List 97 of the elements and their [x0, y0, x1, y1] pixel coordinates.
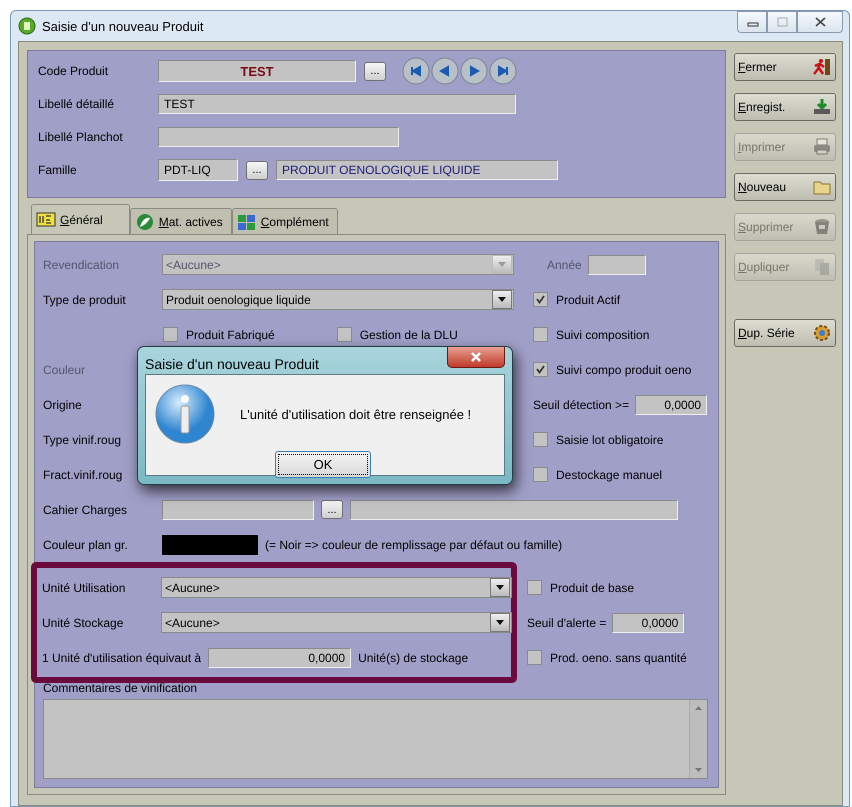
comments-textarea[interactable] — [43, 699, 708, 779]
browse-button[interactable]: ... — [364, 62, 386, 80]
first-record-icon[interactable] — [402, 57, 430, 85]
number-field[interactable]: 0,0000 — [635, 394, 708, 414]
field-label: 1 Unité d'utilisation équivaut à — [42, 650, 202, 664]
field-label: Origine — [43, 398, 83, 412]
printer-icon — [813, 138, 831, 156]
field-label: Type vinif.roug — [43, 432, 122, 446]
field-label: Type de produit — [43, 292, 127, 306]
dropdown[interactable]: <Aucune> — [161, 612, 512, 633]
checkbox[interactable] — [533, 362, 548, 377]
app-icon — [18, 17, 36, 35]
close-button[interactable] — [447, 347, 505, 368]
field-label: Année — [547, 258, 582, 272]
check-icon — [536, 295, 545, 304]
side-button[interactable]: Fermer — [734, 53, 836, 81]
field-label: Unité Stockage — [42, 616, 124, 630]
last-record-icon[interactable] — [489, 57, 517, 85]
checkbox[interactable] — [533, 432, 548, 447]
previous-icon[interactable] — [431, 57, 459, 85]
ok-button[interactable]: OK — [275, 451, 371, 478]
number-field[interactable]: 0,0000 — [612, 612, 684, 632]
dialog-message: L'unité d'utilisation doit être renseignée ! — [240, 406, 472, 422]
browse-button[interactable]: ... — [246, 160, 268, 180]
puzzle-icon — [236, 212, 257, 230]
running-figure-icon — [813, 58, 831, 76]
tab[interactable]: Mat. actives — [130, 208, 232, 234]
checkbox-label: Prod. oeno. sans quantité — [550, 650, 687, 664]
checkbox[interactable] — [527, 580, 542, 595]
number-field[interactable]: 0,0000 — [208, 648, 352, 668]
scroll-up-icon[interactable] — [695, 706, 702, 710]
field-label: Code Produit — [38, 64, 110, 78]
tab[interactable]: Général — [31, 204, 130, 234]
caret-icon — [498, 297, 506, 302]
bucket-icon — [813, 218, 831, 236]
window-title: Saisie d'un nouveau Produit — [42, 18, 204, 34]
checkbox-label: Destockage manuel — [556, 468, 662, 482]
field-label: Cahier Charges — [43, 502, 128, 516]
checkbox[interactable] — [527, 650, 542, 665]
caret-icon — [496, 620, 504, 625]
info-icon — [36, 210, 56, 228]
checkbox-label: Saisie lot obligatoire — [556, 432, 664, 446]
text-field[interactable] — [162, 500, 314, 520]
checkbox[interactable] — [533, 467, 548, 482]
checkbox[interactable] — [533, 327, 548, 342]
side-button[interactable]: Enregist. — [734, 93, 836, 121]
text-field[interactable] — [350, 500, 678, 520]
minimize-button[interactable] — [737, 11, 767, 33]
field-label: Commentaires de vinification — [43, 681, 198, 695]
info-circle-icon — [154, 383, 216, 445]
product-code-field[interactable]: TEST — [158, 60, 356, 82]
maximize-icon — [776, 17, 788, 27]
field-label: Revendication — [43, 258, 120, 272]
close-icon — [814, 17, 826, 27]
field-label: Unité Utilisation — [42, 580, 126, 594]
checkbox[interactable] — [163, 327, 178, 342]
field-label: Famille — [38, 163, 78, 177]
browse-button[interactable]: ... — [321, 500, 343, 519]
checkbox-label: Gestion de la DLU — [360, 328, 458, 342]
field-label: Libellé Planchot — [38, 130, 124, 144]
dropdown[interactable]: Produit oenologique liquide — [162, 289, 514, 310]
checkbox-label: Suivi composition — [556, 328, 650, 342]
checkbox-label: Produit Actif — [556, 292, 620, 306]
dropdown[interactable]: <Aucune> — [161, 577, 512, 598]
caret-icon — [496, 585, 504, 590]
text-field[interactable]: TEST — [158, 94, 516, 114]
family-code-field[interactable]: PDT-LIQ — [158, 159, 238, 181]
checkbox-label: Produit Fabriqué — [186, 328, 275, 342]
field-label: Libellé détaillé — [38, 97, 116, 111]
text-field[interactable] — [158, 127, 399, 147]
field-label: Couleur plan gr. — [43, 538, 129, 552]
scroll-down-icon[interactable] — [695, 768, 702, 772]
pages-icon — [813, 258, 831, 276]
family-description-field: PRODUIT OENOLOGIQUE LIQUIDE — [276, 160, 558, 180]
leaf-icon — [134, 212, 155, 230]
checkbox-label: Suivi compo produit oeno — [556, 362, 692, 376]
number-field[interactable] — [588, 254, 646, 274]
check-icon — [536, 365, 545, 374]
field-label: Seuil d'alerte = — [527, 616, 606, 630]
tab[interactable]: Complément — [232, 208, 338, 234]
checkbox-label: Produit de base — [550, 580, 634, 594]
unit-label: Unité(s) de stockage — [358, 650, 468, 664]
dialog-title: Saisie d'un nouveau Produit — [145, 356, 319, 372]
side-button[interactable]: Dup. Série — [734, 319, 836, 347]
next-icon[interactable] — [460, 57, 488, 85]
hint-text: (= Noir => couleur de remplissage par défaut ou famille) — [265, 538, 562, 552]
field-label: Seuil détection >= — [533, 398, 630, 412]
side-button[interactable]: Nouveau — [734, 173, 836, 201]
checkbox[interactable] — [533, 292, 548, 307]
close-icon — [470, 352, 482, 362]
field-label: Fract.vinif.roug — [43, 468, 124, 482]
close-window-button[interactable] — [797, 11, 843, 33]
gear-icon — [813, 324, 831, 342]
caret-icon — [498, 262, 506, 267]
tray-arrow-icon — [813, 98, 831, 116]
color-swatch[interactable] — [162, 534, 258, 554]
checkbox[interactable] — [336, 327, 352, 342]
